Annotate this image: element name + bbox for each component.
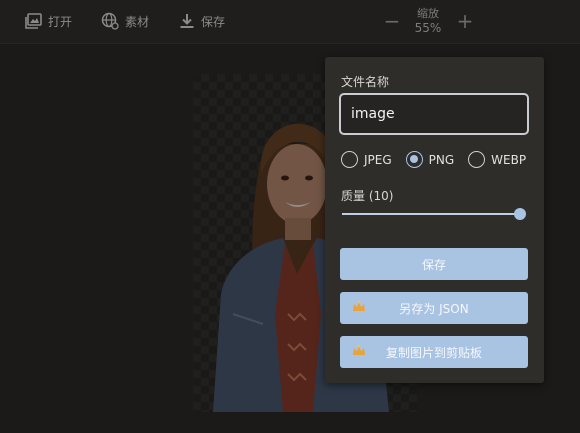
save-button[interactable]: 保存 — [340, 248, 528, 280]
copy-to-clipboard-label: 复制图片到剪贴板 — [385, 345, 482, 360]
filename-label: 文件名称 — [341, 75, 390, 89]
save-toolbar-label: 保存 — [201, 14, 226, 29]
save-panel: 文件名称 JPEG PNG WEBP 质量 (10) 保存 另存为 JSON — [325, 57, 544, 383]
slider-thumb[interactable] — [514, 208, 526, 220]
assets-button[interactable]: 素材 — [101, 10, 149, 32]
format-radio-webp[interactable]: WEBP — [468, 151, 526, 168]
save-as-json-button[interactable]: 另存为 JSON — [340, 292, 528, 324]
quality-slider[interactable] — [342, 207, 526, 221]
zoom-in-button[interactable]: + — [455, 9, 475, 33]
crown-icon — [352, 344, 366, 361]
zoom-display: 缩放 55% — [405, 6, 451, 36]
radio-circle — [341, 151, 358, 168]
open-label: 打开 — [48, 14, 73, 29]
copy-to-clipboard-button[interactable]: 复制图片到剪贴板 — [340, 336, 528, 368]
open-button[interactable]: 打开 — [25, 10, 72, 32]
slider-fill — [342, 213, 520, 215]
zoom-out-button[interactable]: − — [382, 9, 402, 33]
download-icon — [179, 13, 195, 29]
format-label-png: PNG — [428, 152, 455, 167]
format-label-webp: WEBP — [491, 152, 527, 167]
filename-input[interactable] — [339, 93, 529, 135]
image-icon — [25, 13, 42, 29]
format-label-jpeg: JPEG — [364, 152, 392, 167]
save-toolbar-button[interactable]: 保存 — [179, 10, 225, 32]
format-radio-png[interactable]: PNG — [405, 151, 455, 168]
top-toolbar: 打开 素材 保存 − 缩放 55% + — [0, 0, 580, 44]
quality-label: 质量 (10) — [341, 189, 394, 203]
zoom-title: 缩放 — [417, 7, 439, 20]
radio-circle — [468, 151, 486, 168]
radio-circle-checked — [405, 151, 423, 168]
assets-label: 素材 — [125, 14, 150, 29]
crown-icon — [352, 300, 366, 317]
globe-icon — [101, 12, 119, 30]
zoom-value: 55% — [414, 21, 442, 35]
save-as-json-label: 另存为 JSON — [399, 301, 469, 316]
format-radio-group: JPEG PNG WEBP — [341, 151, 526, 168]
format-radio-jpeg[interactable]: JPEG — [341, 151, 392, 168]
